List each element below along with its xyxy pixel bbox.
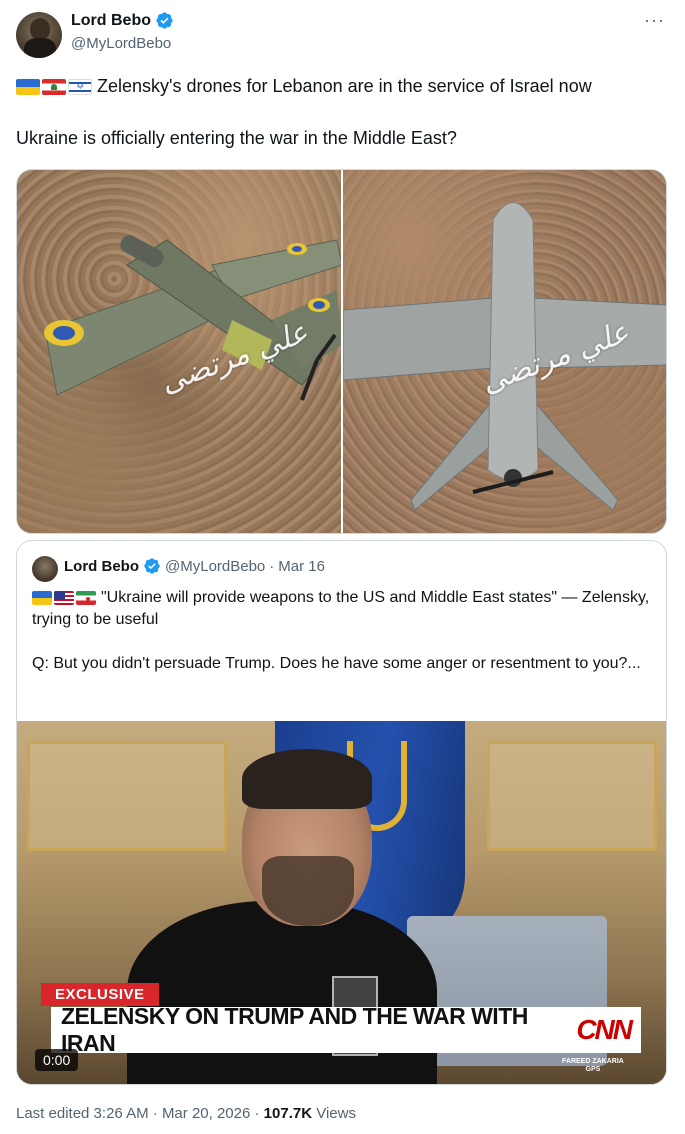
tweet-meta: Last edited 3:26 AM · Mar 20, 2026 · 107… (16, 1105, 356, 1122)
meta-separator: · (254, 1105, 260, 1122)
avatar-body (24, 38, 56, 58)
quoted-tweet-header: Lord Bebo @MyLordBebo · Mar 16 (64, 557, 325, 575)
views-count[interactable]: 107.7K (264, 1105, 312, 1122)
video-player[interactable]: EXCLUSIVE ZELENSKY ON TRUMP AND THE WAR … (17, 721, 666, 1084)
quoted-author-avatar[interactable] (32, 556, 58, 582)
drone-photo-left[interactable]: علي مرتضى (17, 170, 341, 533)
israel-flag-icon (68, 79, 92, 96)
verified-badge-icon (156, 12, 173, 29)
ukraine-flag-icon (16, 79, 40, 96)
tweet-media-grid: علي مرتضى علي مرتضى (16, 169, 667, 534)
flag-emojis (32, 590, 96, 605)
header-separator: · (269, 557, 275, 575)
quoted-author-name[interactable]: Lord Bebo (64, 558, 139, 575)
quoted-tweet-date[interactable]: Mar 16 (278, 558, 325, 575)
quoted-author-handle[interactable]: @MyLordBebo (165, 558, 265, 575)
person-beard (262, 856, 354, 926)
avatar-head (30, 18, 50, 40)
lebanon-flag-icon (42, 79, 66, 96)
drone-photo-right[interactable]: علي مرتضى (342, 170, 666, 533)
show-name: FAREED ZAKARIA (562, 1058, 624, 1065)
quoted-line-2: Q: But you didn't persuade Trump. Does h… (32, 655, 641, 672)
show-subtitle: GPS (585, 1066, 601, 1073)
person-hair (242, 749, 372, 809)
cnn-logo: CNN (576, 1014, 633, 1045)
tweet-line-2: Ukraine is officially entering the war i… (16, 128, 457, 148)
wall-panel (27, 741, 227, 851)
tweet-line-1-text: Zelensky's drones for Lebanon are in the… (97, 76, 592, 96)
person-body (127, 901, 437, 1084)
quoted-line-1-text: "Ukraine will provide weapons to the US … (32, 589, 650, 628)
news-chyron: ZELENSKY ON TRUMP AND THE WAR WITH IRAN … (51, 1003, 641, 1056)
wall-panel (487, 741, 657, 851)
iran-flag-icon (76, 590, 96, 605)
author-avatar[interactable] (16, 12, 62, 58)
quoted-tweet-text: "Ukraine will provide weapons to the US … (32, 587, 652, 697)
ukraine-flag-icon (32, 590, 52, 605)
quoted-line-1: "Ukraine will provide weapons to the US … (32, 587, 652, 631)
video-duration: 0:00 (35, 1049, 79, 1071)
author-name-text[interactable]: Lord Bebo (71, 12, 151, 30)
last-edited[interactable]: Last edited 3:26 AM (16, 1105, 149, 1122)
author-name[interactable]: Lord Bebo (71, 11, 174, 30)
tweet-line-1: Zelensky's drones for Lebanon are in the… (16, 74, 666, 98)
show-logo: FAREED ZAKARIA GPS (562, 1058, 624, 1074)
chyron-text: ZELENSKY ON TRUMP AND THE WAR WITH IRAN (61, 1003, 528, 1056)
quoted-tweet[interactable]: Lord Bebo @MyLordBebo · Mar 16 "Ukraine … (16, 540, 667, 1085)
us-flag-icon (54, 590, 74, 605)
tweet-text: Zelensky's drones for Lebanon are in the… (16, 74, 666, 178)
more-options-icon[interactable]: ··· (644, 10, 665, 31)
verified-badge-icon (144, 558, 160, 574)
flag-emojis (16, 79, 92, 96)
meta-separator: · (152, 1105, 158, 1122)
tweet-date[interactable]: Mar 20, 2026 (162, 1105, 250, 1122)
views-label: Views (316, 1105, 356, 1122)
author-handle[interactable]: @MyLordBebo (71, 35, 171, 52)
